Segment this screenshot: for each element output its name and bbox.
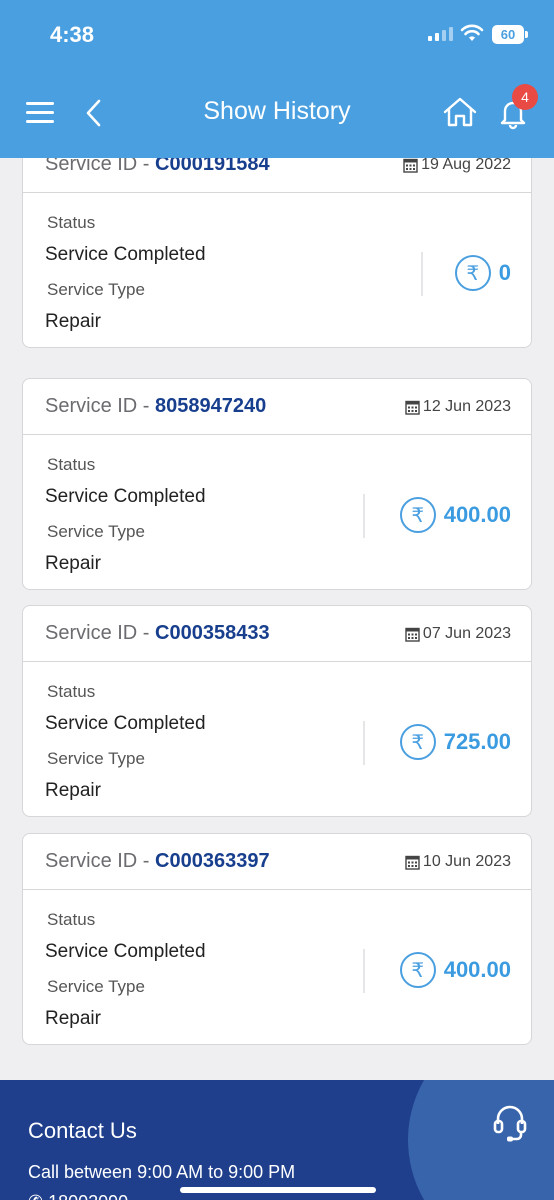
card-header: Service ID - C000363397 10 Jun 2023	[23, 834, 531, 890]
battery-icon: 60	[492, 25, 528, 44]
status-value: Service Completed	[45, 486, 206, 507]
service-type-value: Repair	[45, 311, 101, 332]
notification-count-badge: 4	[512, 84, 538, 110]
contact-footer: Contact Us Call between 9:00 AM to 9:00 …	[0, 1080, 554, 1200]
divider	[363, 721, 365, 765]
service-id: Service ID - C000191584	[45, 158, 270, 176]
support-headset-icon[interactable]	[490, 1100, 530, 1144]
service-card[interactable]: Service ID - C000363397 10 Jun 2023 Stat…	[22, 833, 532, 1045]
calendar-icon	[405, 627, 420, 642]
rupee-icon: ₹	[454, 255, 491, 291]
calendar-icon	[403, 158, 418, 173]
status-label: Status	[47, 910, 96, 929]
service-card[interactable]: Service ID - 8058947240 12 Jun 2023 Stat…	[22, 378, 532, 590]
divider	[421, 252, 423, 296]
service-type-label: Service Type	[47, 522, 145, 541]
app-bar: Show History 4	[0, 70, 554, 158]
amount-value: 400.00	[443, 957, 511, 982]
service-date-value: 07 Jun 2023	[422, 625, 511, 642]
status-time: 4:38	[50, 22, 95, 47]
service-date-value: 19 Aug 2022	[421, 158, 511, 173]
wifi-icon	[460, 24, 484, 41]
service-type-label: Service Type	[47, 280, 145, 299]
cellular-signal-icon	[428, 27, 453, 41]
footer-decoration	[408, 1080, 554, 1200]
service-id: Service ID - C000363397	[45, 850, 270, 872]
service-type-value: Repair	[45, 780, 101, 801]
status-value: Service Completed	[45, 713, 206, 734]
amount: ₹ 725.00	[399, 724, 511, 760]
card-header: Service ID - C000358433 07 Jun 2023	[23, 606, 531, 662]
status-label: Status	[47, 455, 96, 474]
status-bar: 4:38 60	[0, 0, 554, 70]
status-value: Service Completed	[45, 244, 206, 265]
phone-icon: ✆	[28, 1192, 43, 1200]
service-date: 10 Jun 2023	[405, 853, 511, 871]
service-type-value: Repair	[45, 553, 101, 574]
service-date: 07 Jun 2023	[405, 625, 511, 643]
status-label: Status	[47, 682, 96, 701]
rupee-icon: ₹	[399, 497, 436, 533]
service-id: Service ID - 8058947240	[45, 395, 267, 417]
calendar-icon	[405, 400, 420, 415]
card-header: Service ID - 8058947240 12 Jun 2023	[23, 379, 531, 435]
service-date: 19 Aug 2022	[403, 158, 511, 174]
service-card[interactable]: Service ID - C000358433 07 Jun 2023 Stat…	[22, 605, 532, 817]
service-type-value: Repair	[45, 1008, 101, 1029]
status-label: Status	[47, 213, 96, 232]
amount-value: 725.00	[443, 729, 511, 754]
home-icon[interactable]	[442, 96, 478, 128]
service-type-label: Service Type	[47, 749, 145, 768]
service-card[interactable]: Service ID - C000191584 19 Aug 2022 Stat…	[22, 158, 532, 348]
rupee-icon: ₹	[399, 724, 436, 760]
service-date-value: 12 Jun 2023	[422, 398, 511, 415]
calendar-icon	[405, 855, 420, 870]
amount: ₹ 400.00	[399, 952, 511, 988]
card-header: Service ID - C000191584 19 Aug 2022	[23, 158, 531, 193]
rupee-icon: ₹	[399, 952, 436, 988]
divider	[363, 494, 365, 538]
amount: ₹ 0	[454, 255, 511, 291]
amount: ₹ 400.00	[399, 497, 511, 533]
service-date-value: 10 Jun 2023	[422, 853, 511, 870]
contact-phone[interactable]: ✆ 18002090	[28, 1192, 128, 1200]
divider	[363, 949, 365, 993]
service-id-value: 8058947240	[155, 395, 267, 417]
contact-title: Contact Us	[28, 1118, 137, 1143]
service-id-value: C000191584	[155, 158, 270, 175]
amount-value: 400.00	[443, 502, 511, 527]
service-date: 12 Jun 2023	[405, 398, 511, 416]
service-id: Service ID - C000358433	[45, 622, 270, 644]
contact-phone-number: 18002090	[48, 1192, 128, 1200]
service-type-label: Service Type	[47, 977, 145, 996]
amount-value: 0	[498, 260, 511, 285]
service-history-list[interactable]: Service ID - C000191584 19 Aug 2022 Stat…	[0, 158, 554, 1080]
service-id-value: C000358433	[155, 622, 270, 644]
home-indicator	[180, 1187, 376, 1193]
service-id-value: C000363397	[155, 850, 270, 872]
status-value: Service Completed	[45, 941, 206, 962]
contact-hours: Call between 9:00 AM to 9:00 PM	[28, 1162, 296, 1182]
